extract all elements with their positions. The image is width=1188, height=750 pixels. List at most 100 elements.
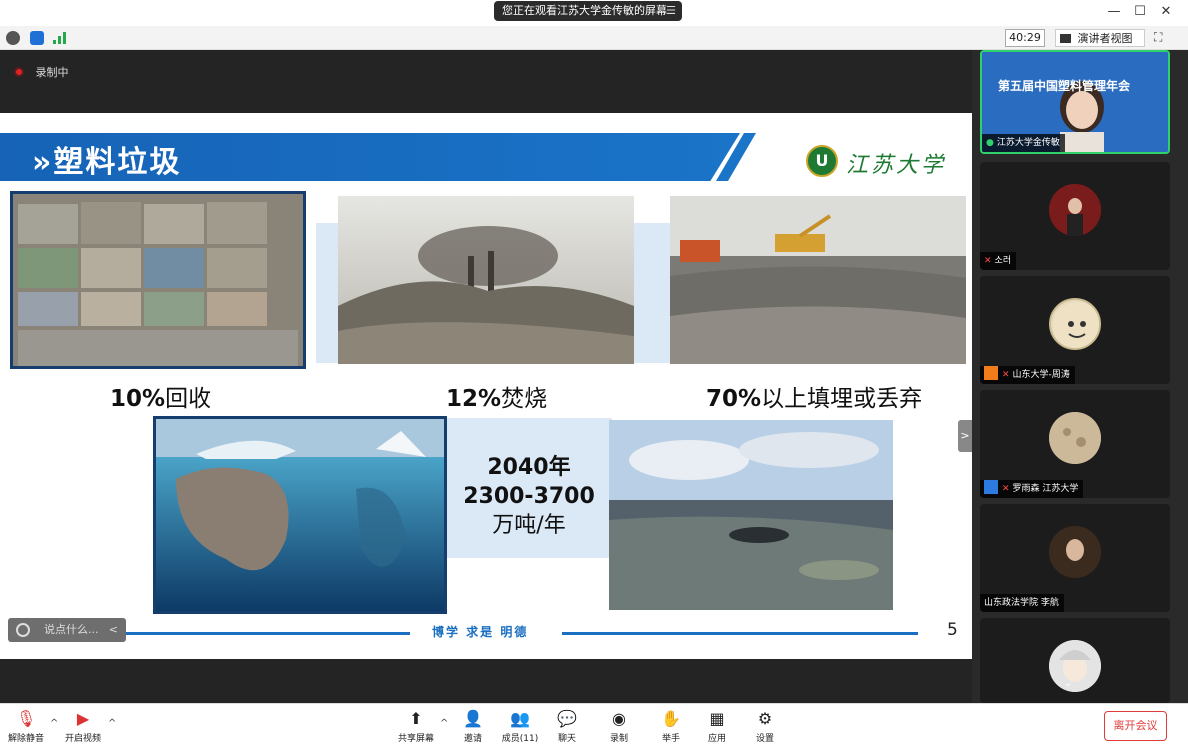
minimize-button[interactable]: — bbox=[1104, 4, 1124, 19]
avatar bbox=[1049, 526, 1101, 578]
fullscreen-icon[interactable]: ⛶ bbox=[1154, 30, 1162, 45]
landfill-text: 以上填埋或丢弃 bbox=[761, 386, 923, 412]
projection-text: 2040年 2300-3700 万吨/年 bbox=[446, 453, 612, 540]
grid-icon bbox=[1060, 34, 1071, 43]
microphone-muted-icon: 🎙 bbox=[16, 709, 37, 728]
meeting-timer: 40:29 bbox=[1005, 29, 1045, 47]
signal-icon[interactable] bbox=[53, 32, 67, 44]
avatar-drawing bbox=[1049, 640, 1101, 692]
iceberg-photo bbox=[153, 416, 447, 614]
incineration-photo bbox=[338, 196, 634, 364]
members-label: 成员(11) bbox=[501, 734, 539, 744]
participant-tile[interactable]: 山东政法学院 李航 bbox=[980, 504, 1170, 612]
video-options-chevron-icon[interactable]: ^ bbox=[108, 718, 116, 729]
maximize-button[interactable]: ☐ bbox=[1130, 4, 1150, 19]
info-icon[interactable] bbox=[6, 31, 20, 45]
chat-bubble-icon: 💬 bbox=[557, 709, 577, 728]
view-label: 演讲者视图 bbox=[1077, 32, 1133, 45]
chat-placeholder: 说点什么... bbox=[44, 623, 99, 636]
apps-button[interactable]: ▦ 应用 bbox=[704, 709, 730, 745]
collapse-gallery-button[interactable]: > bbox=[958, 420, 972, 452]
invite-label: 邀请 bbox=[463, 734, 482, 744]
audio-options-chevron-icon[interactable]: ^ bbox=[50, 718, 58, 729]
participant-name: ✕ 소러 bbox=[980, 252, 1017, 270]
settings-button[interactable]: ⚙ 设置 bbox=[752, 709, 778, 745]
recycle-percent: 10% bbox=[110, 386, 166, 412]
excavator-illustration bbox=[670, 196, 966, 364]
user-badge-icon bbox=[984, 480, 998, 494]
light-band bbox=[632, 223, 672, 363]
recording-label: 录制中 bbox=[35, 66, 69, 79]
projection-unit: 万吨/年 bbox=[492, 513, 566, 538]
presentation-slide: »塑料垃圾 U 江苏大学 10%回收 12%焚烧 70%以上填埋或丢弃 2040… bbox=[0, 113, 972, 659]
record-button[interactable]: ◉ 录制 bbox=[606, 710, 632, 745]
plastic-iceberg-illustration bbox=[156, 419, 444, 611]
projection-range: 2300-3700 bbox=[463, 484, 595, 509]
bales-illustration bbox=[13, 194, 303, 366]
chat-label: 聊天 bbox=[557, 734, 576, 744]
raise-hand-button[interactable]: ✋ 举手 bbox=[658, 709, 684, 745]
hand-icon: ✋ bbox=[661, 709, 681, 728]
title-bar: 您正在观看江苏大学金传敏的屏幕 ☰ — ☐ ✕ bbox=[0, 0, 1188, 26]
share-notice-text: 您正在观看江苏大学金传敏的屏幕 bbox=[502, 4, 667, 17]
host-badge-icon bbox=[984, 366, 998, 380]
collapse-chat-icon[interactable]: < bbox=[109, 618, 118, 642]
incinerate-percent: 12% bbox=[446, 386, 502, 412]
chat-button[interactable]: 💬 聊天 bbox=[554, 709, 580, 745]
settings-label: 设置 bbox=[755, 734, 774, 744]
speaker-view-button[interactable]: 演讲者视图 ▾ bbox=[1055, 29, 1145, 63]
record-label: 录制 bbox=[609, 734, 628, 744]
light-band bbox=[316, 223, 340, 363]
members-button[interactable]: 👥 成员(11) bbox=[500, 709, 540, 745]
ocean-plastic-photo bbox=[609, 420, 893, 610]
participant-gallery: 第五届中国塑料管理年会 ● 江苏大学金传敏 ✕ 소러 ✕ 山东大学-周涛 ✕ 罗… bbox=[972, 50, 1188, 703]
scroll-down-icon[interactable]: ⌄ bbox=[1064, 678, 1072, 689]
apps-label: 应用 bbox=[707, 734, 726, 744]
recycled-bales-photo bbox=[10, 191, 306, 369]
meeting-info-strip: 40:29 演讲者视图 ▾ ⛶ bbox=[0, 26, 1188, 63]
landfill-percent: 70% bbox=[706, 386, 762, 412]
participant-tile-active-speaker[interactable]: 第五届中国塑料管理年会 ● 江苏大学金传敏 bbox=[980, 50, 1170, 154]
avatar bbox=[1049, 640, 1101, 692]
gear-icon: ⚙ bbox=[757, 709, 773, 728]
smokestack-illustration bbox=[338, 196, 634, 364]
leave-meeting-button[interactable]: 离开会议 bbox=[1104, 711, 1167, 741]
share-screen-button[interactable]: ⬆ 共享屏幕 bbox=[396, 710, 436, 745]
landfill-caption: 70%以上填埋或丢弃 bbox=[706, 379, 922, 413]
menu-icon[interactable]: ☰ bbox=[666, 1, 676, 21]
avatar bbox=[1049, 184, 1101, 236]
landfill-photo bbox=[670, 196, 966, 364]
share-options-chevron-icon[interactable]: ^ bbox=[440, 718, 448, 729]
unmute-label: 解除静音 bbox=[7, 734, 44, 744]
recycle-text: 回收 bbox=[165, 386, 212, 412]
participant-tile[interactable]: ⌄ bbox=[980, 618, 1170, 703]
members-icon: 👥 bbox=[510, 709, 530, 728]
share-screen-label: 共享屏幕 bbox=[397, 734, 434, 744]
shield-icon[interactable] bbox=[30, 31, 44, 45]
meeting-toolbar: 🎙 解除静音 ^ ▶ 开启视频 ^ ⬆ 共享屏幕 ^ 👤 邀请 👥 成员(11)… bbox=[0, 703, 1188, 750]
add-user-icon: 👤 bbox=[463, 709, 483, 728]
participant-name: ✕ 山东大学-周涛 bbox=[980, 366, 1075, 384]
avatar-photo bbox=[1049, 526, 1101, 578]
mic-muted-icon: ✕ bbox=[984, 256, 992, 266]
footer-line-right bbox=[562, 632, 918, 635]
invite-button[interactable]: 👤 邀请 bbox=[460, 709, 486, 745]
close-button[interactable]: ✕ bbox=[1156, 4, 1176, 19]
apps-grid-icon: ▦ bbox=[709, 709, 725, 728]
share-notice-pill[interactable]: 您正在观看江苏大学金传敏的屏幕 ☰ bbox=[494, 1, 682, 21]
slide-title: »塑料垃圾 bbox=[32, 145, 182, 180]
start-video-button[interactable]: ▶ 开启视频 bbox=[62, 710, 104, 745]
participant-tile[interactable]: ✕ 소러 bbox=[980, 162, 1170, 270]
incinerate-text: 焚烧 bbox=[501, 386, 548, 412]
avatar-drawing bbox=[1053, 302, 1099, 348]
unmute-button[interactable]: 🎙 解除静音 bbox=[6, 709, 46, 745]
chat-input-bar[interactable]: 说点什么... < bbox=[8, 618, 126, 642]
avatar bbox=[1049, 298, 1101, 350]
participant-name: ✕ 罗雨森 江苏大学 bbox=[980, 480, 1084, 498]
emoji-icon[interactable] bbox=[16, 623, 30, 637]
participant-tile[interactable]: ✕ 罗雨森 江苏大学 bbox=[980, 390, 1170, 498]
mic-muted-icon: ✕ bbox=[1002, 370, 1010, 380]
projection-year: 2040年 bbox=[487, 455, 571, 480]
university-motto: 博学 求是 明德 bbox=[432, 625, 529, 639]
participant-tile[interactable]: ✕ 山东大学-周涛 bbox=[980, 276, 1170, 384]
